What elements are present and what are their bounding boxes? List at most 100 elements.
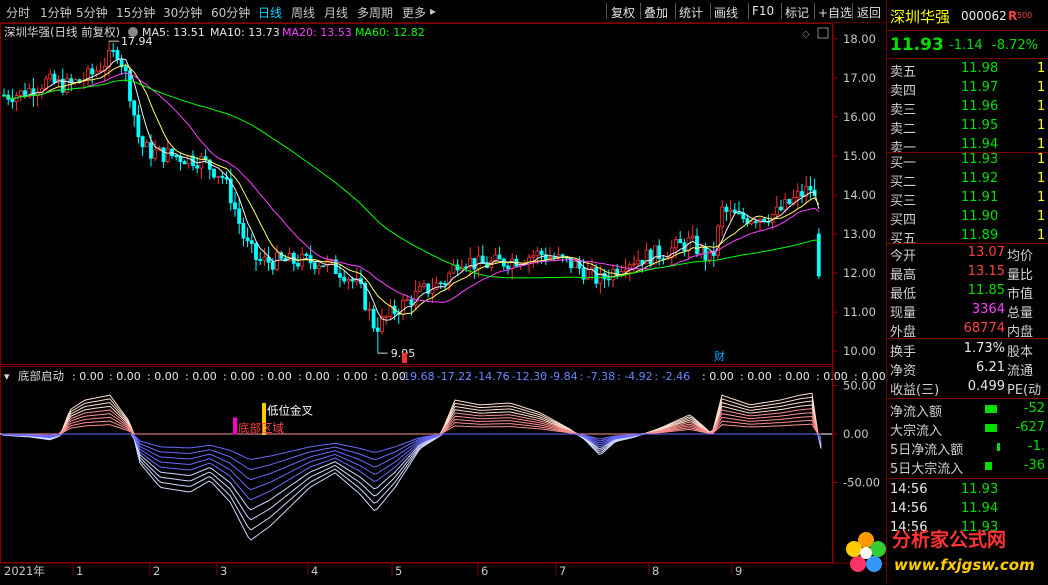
sell-level-3[interactable]: 卖二 11.95 1 <box>887 117 1048 137</box>
candle-body <box>48 73 53 80</box>
window-toggle-icon[interactable] <box>817 27 829 39</box>
x-label-5: 5 <box>395 564 402 578</box>
buy-level-2[interactable]: 买三 11.91 1 <box>887 189 1048 209</box>
sell-level-2[interactable]: 卖三 11.96 1 <box>887 98 1048 118</box>
candle-body <box>405 299 410 302</box>
x-label-7: 7 <box>559 564 566 578</box>
period-tab-5[interactable]: 60分钟 <box>211 4 250 21</box>
candle-body <box>632 263 636 266</box>
candle-body <box>321 265 326 268</box>
toolbar-button-6[interactable]: +自选 <box>818 4 852 21</box>
candle-body <box>409 299 414 306</box>
sub-value-1: : 0.00 <box>109 370 141 383</box>
candle-body <box>195 165 200 169</box>
buy-level-1[interactable]: 买二 11.92 1 <box>887 170 1048 190</box>
toolbar-button-0[interactable]: 复权 <box>611 4 635 21</box>
quote-value: 11.85 <box>967 283 1005 298</box>
candle-body <box>144 142 149 148</box>
x-label-9: 9 <box>735 564 742 578</box>
flow-row-1: 大宗流入 -627 <box>887 419 1048 439</box>
stock-header: 深圳华强 000062 R 500 <box>887 0 1048 30</box>
period-tab-3[interactable]: 15分钟 <box>116 4 155 21</box>
sep <box>887 58 1048 59</box>
kline-chart[interactable]: 深圳华强(日线 前复权) MA5: 13.51 MA10: 13.73 MA20: 1… <box>0 23 885 584</box>
candle-body <box>787 198 792 204</box>
fund-label: 净资 <box>890 364 917 379</box>
toolbar-button-3[interactable]: 画线 <box>714 4 738 21</box>
period-tab-6[interactable]: 日线 <box>258 4 282 21</box>
sub-value-15: : -4.92 <box>617 370 653 383</box>
ma5-line <box>3 58 820 321</box>
sub-value-0: : 0.00 <box>72 370 104 383</box>
candle-body <box>237 208 242 224</box>
period-tab-10[interactable]: 更多 <box>402 4 426 21</box>
candle-body <box>531 255 536 258</box>
bottom-zone-bar <box>233 417 237 435</box>
more-arrow-icon[interactable]: ▸ <box>430 4 436 18</box>
toolbar-button-1[interactable]: 叠加 <box>644 4 668 21</box>
flow-value: -1. <box>1027 439 1045 454</box>
period-tab-9[interactable]: 多周期 <box>357 4 393 21</box>
candle-body <box>94 70 99 75</box>
x-label-0: 2021年 <box>4 564 45 578</box>
toolbar-button-4[interactable]: F10 <box>752 4 774 18</box>
tick-row-1: 14:56 11.94 <box>887 500 1048 519</box>
sub-value-14: : -7.38 <box>580 370 616 383</box>
sell-level-0[interactable]: 卖五 11.98 1 <box>887 60 1048 80</box>
period-tab-8[interactable]: 月线 <box>324 4 348 21</box>
candle-body <box>510 258 515 269</box>
quote-row-4: 外盘 68774 内盘 <box>887 320 1048 340</box>
quote-value: 68774 <box>963 321 1005 336</box>
flow-row-3: 5日大宗流入 -36 <box>887 457 1048 477</box>
candle-body <box>128 70 132 102</box>
candle-body <box>737 212 741 215</box>
x-label-8: 8 <box>652 564 659 578</box>
candle-body <box>44 78 48 90</box>
candle-body <box>774 206 779 216</box>
flow-bar <box>985 462 992 470</box>
candle-body <box>90 68 95 75</box>
diamond-icon: ◇ <box>802 29 810 40</box>
period-tab-1[interactable]: 1分钟 <box>40 4 72 21</box>
candle-body <box>783 198 788 211</box>
period-tab-4[interactable]: 30分钟 <box>163 4 202 21</box>
sub-value-13: : -9.84 <box>542 370 578 383</box>
candle-body <box>371 308 376 329</box>
buy-level-3[interactable]: 买四 11.90 1 <box>887 208 1048 228</box>
candle-body <box>695 235 699 255</box>
osc-band-down <box>1 433 822 521</box>
period-tab-7[interactable]: 周线 <box>291 4 315 21</box>
candle-body <box>262 256 267 261</box>
price-row: 11.93 -1.14 -8.72% <box>887 32 1048 58</box>
sub-chart-title: 底部启动 <box>18 369 64 383</box>
sub-tick-2: -50.00 <box>843 476 880 490</box>
buy-level-0[interactable]: 买一 11.93 1 <box>887 151 1048 171</box>
toolbar-button-2[interactable]: 统计 <box>679 4 703 21</box>
candle-body <box>296 262 300 267</box>
candle-body <box>249 240 254 244</box>
candle-body <box>182 161 187 165</box>
period-tab-2[interactable]: 5分钟 <box>76 4 108 21</box>
sub-value-9: : -19.68 <box>392 370 435 383</box>
tick-price: 11.93 <box>961 482 999 497</box>
sell-level-1[interactable]: 卖四 11.97 1 <box>887 79 1048 99</box>
sep <box>887 478 1048 479</box>
toolbar-button-5[interactable]: 标记 <box>785 4 809 21</box>
candle-body <box>451 264 456 274</box>
quote-label: 最高 <box>890 268 917 283</box>
toolbar-button-7[interactable]: 返回 <box>857 4 881 21</box>
candle-body <box>258 259 263 261</box>
candle-body <box>317 265 321 270</box>
quote-right-label: 市值 <box>1007 287 1034 302</box>
quote-right-label: 总量 <box>1007 306 1034 321</box>
buy-volume: 1 <box>1037 209 1046 224</box>
flow-row-0: 净流入额 -52 <box>887 400 1048 420</box>
flow-label: 5日净流入额 <box>890 443 964 458</box>
site-logo: 分析家公式网 www.fxjgsw.com <box>840 520 1040 582</box>
price-tick-1: 17.00 <box>843 71 876 85</box>
candle-body <box>438 282 443 285</box>
candle-body <box>795 191 800 198</box>
toolbar-divider <box>814 3 815 19</box>
candle-body <box>111 50 116 52</box>
period-tab-0[interactable]: 分时 <box>6 4 30 21</box>
